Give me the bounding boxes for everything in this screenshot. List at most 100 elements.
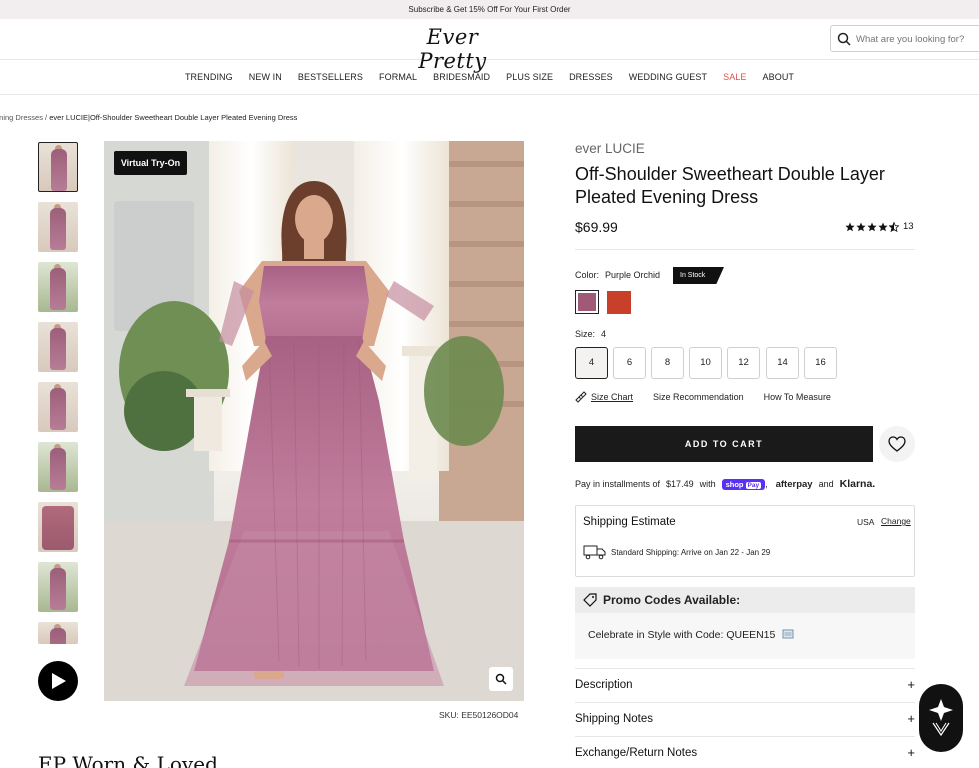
afterpay-logo[interactable]: afterpay	[776, 479, 813, 490]
thumbnail[interactable]	[38, 562, 78, 612]
announcement-bar[interactable]: Subscribe & Get 15% Off For Your First O…	[0, 0, 979, 19]
zoom-icon	[495, 673, 507, 685]
shipping-country: USA	[857, 517, 875, 527]
size-option[interactable]: 14	[766, 347, 799, 379]
size-option[interactable]: 6	[613, 347, 646, 379]
installments-and: and	[818, 479, 834, 489]
nav-new-in[interactable]: NEW IN	[249, 72, 282, 82]
color-value: Purple Orchid	[605, 270, 661, 280]
size-option[interactable]: 16	[804, 347, 837, 379]
shipping-line: Standard Shipping: Arrive on Jan 22 - Ja…	[583, 544, 770, 560]
product-brand[interactable]: ever LUCIE	[575, 141, 645, 156]
search-input[interactable]	[856, 30, 979, 48]
search-icon[interactable]	[837, 32, 851, 46]
thumbnail[interactable]	[38, 202, 78, 252]
accordion-shipping-notes[interactable]: Shipping Notes +	[575, 702, 915, 736]
color-swatch-red[interactable]	[607, 291, 631, 314]
review-count[interactable]: 13	[903, 221, 914, 232]
dress-photo	[104, 141, 524, 701]
wishlist-button[interactable]	[879, 426, 915, 462]
virtual-try-on-button[interactable]: Virtual Try-On	[114, 151, 187, 175]
search-box[interactable]	[830, 25, 979, 52]
nav-bridesmaid[interactable]: BRIDESMAID	[433, 72, 490, 82]
star-icon	[878, 222, 888, 231]
zoom-button[interactable]	[489, 667, 513, 691]
chat-widget-button[interactable]	[919, 684, 963, 752]
thumbnail[interactable]	[38, 142, 78, 192]
star-icon	[845, 222, 855, 231]
nav-sale[interactable]: SALE	[723, 72, 746, 82]
site-header: Ever Pretty	[0, 19, 979, 73]
promo-code-text: Celebrate in Style with Code: QUEEN15	[588, 629, 776, 641]
thumbnail[interactable]	[38, 262, 78, 312]
color-label-text: Color:	[575, 270, 600, 280]
installments-comma: ,	[765, 479, 768, 489]
shipping-estimate: Shipping Estimate USA Change Standard Sh…	[575, 505, 915, 577]
thumbnail[interactable]	[38, 322, 78, 372]
section-title: EP Worn & Loved	[38, 752, 218, 768]
size-option[interactable]: 8	[651, 347, 684, 379]
nav-wedding-guest[interactable]: WEDDING GUEST	[629, 72, 707, 82]
accordion-label: Description	[575, 679, 633, 691]
breadcrumb-parent[interactable]: ening Dresses	[0, 113, 43, 122]
color-swatch-purple-orchid[interactable]	[575, 290, 599, 314]
thumbnail[interactable]	[38, 502, 78, 552]
thumbnail[interactable]	[38, 442, 78, 492]
plus-icon: +	[907, 677, 915, 692]
breadcrumb-current: ever LUCIE|Off-Shoulder Sweetheart Doubl…	[49, 113, 298, 122]
accordion-label: Shipping Notes	[575, 713, 653, 725]
play-video-button[interactable]	[38, 661, 78, 701]
accordion-exchange-return[interactable]: Exchange/Return Notes +	[575, 736, 915, 768]
klarna-logo[interactable]: Klarna.	[840, 478, 876, 490]
brand-emblem-icon	[929, 699, 953, 737]
product-title: Off-Shoulder Sweetheart Double Layer Ple…	[575, 164, 885, 207]
accordion-label: Exchange/Return Notes	[575, 747, 698, 759]
truck-icon	[583, 545, 606, 560]
size-links: Size Chart Size Recommendation How To Me…	[575, 391, 831, 403]
play-icon	[52, 673, 66, 689]
size-chart-link[interactable]: Size Chart	[591, 392, 633, 402]
how-to-measure-link[interactable]: How To Measure	[764, 392, 831, 402]
main-nav: TRENDING NEW IN BESTSELLERS FORMAL BRIDE…	[0, 60, 979, 95]
size-option[interactable]: 4	[575, 347, 608, 379]
plus-icon: +	[907, 711, 915, 726]
star-icon	[856, 222, 866, 231]
nav-plus-size[interactable]: PLUS SIZE	[506, 72, 553, 82]
shop-pay-text: shop	[725, 479, 744, 489]
add-to-cart-button[interactable]: ADD TO CART	[575, 426, 873, 462]
color-label: Color: Purple Orchid	[575, 270, 660, 280]
nav-trending[interactable]: TRENDING	[185, 72, 233, 82]
installments-info: Pay in installments of $17.49 with shop P…	[575, 478, 875, 490]
change-country-link[interactable]: Change	[881, 516, 911, 526]
nav-about[interactable]: ABOUT	[763, 72, 795, 82]
product-rating[interactable]: 13	[845, 221, 914, 232]
size-option[interactable]: 12	[727, 347, 760, 379]
nav-formal[interactable]: FORMAL	[379, 72, 417, 82]
size-label: Size: 4	[575, 329, 606, 339]
installments-prefix: Pay in installments of	[575, 479, 661, 489]
ruler-icon	[575, 391, 587, 403]
product-sku: SKU: EE50126OD04	[439, 710, 519, 720]
copy-icon[interactable]	[782, 629, 794, 639]
installment-amount: $17.49	[666, 479, 694, 489]
product-main-image[interactable]	[104, 141, 524, 701]
shop-pay-pay: Pay	[745, 481, 762, 489]
installments-with: with	[699, 479, 716, 489]
star-icon	[867, 222, 877, 231]
thumbnail[interactable]	[38, 382, 78, 432]
shop-pay-logo[interactable]: shop Pay	[721, 478, 766, 490]
breadcrumb-separator: /	[45, 113, 48, 122]
stock-badge: In Stock	[673, 267, 724, 284]
size-recommendation-link[interactable]: Size Recommendation	[653, 392, 744, 402]
size-option[interactable]: 10	[689, 347, 722, 379]
divider	[575, 249, 915, 250]
shipping-line-text: Standard Shipping: Arrive on Jan 22 - Ja…	[611, 547, 771, 557]
size-value: 4	[601, 329, 607, 339]
breadcrumb: ening Dresses / ever LUCIE|Off-Shoulder …	[0, 113, 297, 122]
promo-code-line: Celebrate in Style with Code: QUEEN15	[575, 613, 915, 659]
accordion-description[interactable]: Description +	[575, 668, 915, 702]
nav-dresses[interactable]: DRESSES	[569, 72, 613, 82]
nav-bestsellers[interactable]: BESTSELLERS	[298, 72, 363, 82]
shipping-title: Shipping Estimate	[583, 516, 676, 528]
thumbnail[interactable]	[38, 622, 78, 644]
